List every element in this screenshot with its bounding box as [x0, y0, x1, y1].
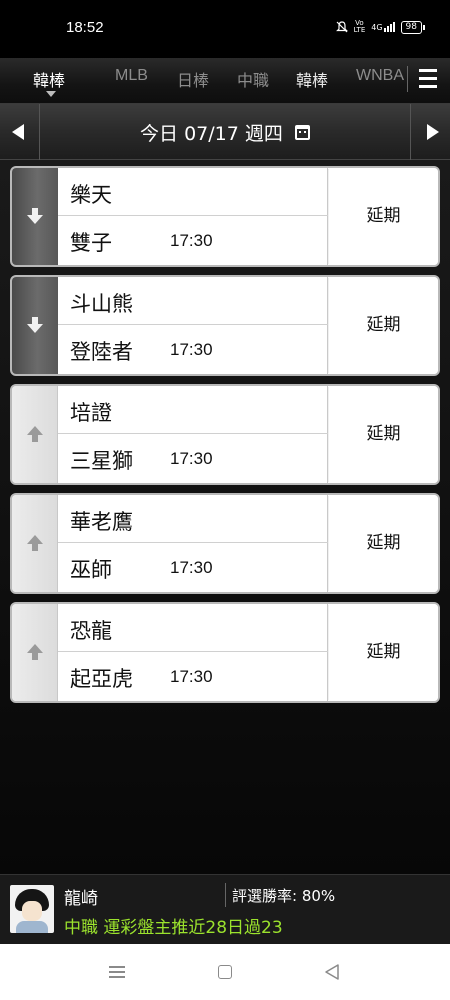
league-tab-bar: 韓棒 MLB 日棒 中職 韓棒 WNBA	[0, 58, 450, 104]
team-row-home: 三星獅 17:30	[58, 434, 328, 482]
date-selector[interactable]: 今日 07/17 週四	[0, 119, 450, 146]
team-name: 培證	[70, 401, 112, 425]
team-row-away: 斗山熊	[58, 277, 328, 325]
game-time: 17:30	[170, 231, 213, 250]
status-time: 18:52	[66, 19, 104, 36]
calendar-icon	[294, 125, 310, 140]
tab-mlb[interactable]: MLB	[115, 67, 148, 85]
game-status: 延期	[329, 386, 438, 483]
team-name: 樂天	[70, 183, 112, 207]
home-icon[interactable]	[218, 965, 232, 979]
team-row-home: 起亞虎 17:30	[58, 652, 328, 700]
game-time: 17:30	[170, 340, 213, 359]
back-icon[interactable]	[324, 963, 340, 981]
tab-cpbl[interactable]: 中職	[237, 67, 269, 91]
promo-banner[interactable]: 龍崎 評選勝率: 80% 中職 運彩盤主推近28日過23	[0, 874, 450, 944]
banner-win-rate: 評選勝率: 80%	[232, 887, 336, 905]
game-status: 延期	[329, 604, 438, 701]
active-tab-caret-icon	[46, 91, 56, 97]
team-name: 登陸者	[70, 340, 133, 364]
game-time: 17:30	[170, 449, 213, 468]
up-arrow-icon	[27, 426, 43, 442]
team-row-away: 樂天	[58, 168, 328, 216]
team-row-home: 巫師 17:30	[58, 543, 328, 591]
game-card[interactable]: 華老鷹 巫師 17:30 延期	[10, 493, 440, 594]
game-status: 延期	[329, 495, 438, 592]
teams-cell: 斗山熊 登陸者 17:30	[58, 277, 328, 374]
game-card[interactable]: 樂天 雙子 17:30 延期	[10, 166, 440, 267]
game-status: 延期	[329, 168, 438, 265]
menu-icon[interactable]	[419, 68, 437, 90]
team-name: 恐龍	[70, 619, 112, 643]
game-time: 17:30	[170, 667, 213, 686]
team-row-away: 培證	[58, 386, 328, 434]
game-time: 17:30	[170, 558, 213, 577]
team-name: 起亞虎	[70, 667, 133, 691]
recent-apps-icon[interactable]	[109, 965, 125, 979]
4g-signal-icon: 4G	[371, 22, 395, 32]
tab-npb[interactable]: 日棒	[177, 67, 209, 91]
tab-wnba[interactable]: WNBA	[356, 67, 404, 85]
banner-promo-text: 中職 運彩盤主推近28日過23	[64, 918, 283, 938]
game-card[interactable]: 斗山熊 登陸者 17:30 延期	[10, 275, 440, 376]
status-icons: Vo LTE 4G 98	[335, 19, 426, 34]
system-nav-bar	[0, 944, 450, 1000]
tab-kbo-2[interactable]: 韓棒	[296, 67, 328, 91]
teams-cell: 培證 三星獅 17:30	[58, 386, 328, 483]
team-row-home: 登陸者 17:30	[58, 325, 328, 373]
mute-icon	[335, 21, 348, 33]
game-card[interactable]: 培證 三星獅 17:30 延期	[10, 384, 440, 485]
up-arrow-icon	[27, 535, 43, 551]
down-arrow-icon	[27, 208, 43, 224]
teams-cell: 恐龍 起亞虎 17:30	[58, 604, 328, 701]
right-triangle-icon	[427, 124, 439, 140]
team-name: 巫師	[70, 558, 112, 582]
game-list: 樂天 雙子 17:30 延期 斗山熊 登陸者 17:30 延期 培證 三星獅 1…	[0, 160, 450, 874]
down-arrow-icon	[27, 317, 43, 333]
banner-divider	[225, 883, 226, 907]
team-name: 三星獅	[70, 449, 133, 473]
tab-divider	[407, 66, 408, 92]
teams-cell: 樂天 雙子 17:30	[58, 168, 328, 265]
teams-cell: 華老鷹 巫師 17:30	[58, 495, 328, 592]
expand-toggle[interactable]	[12, 495, 58, 592]
date-bar: 今日 07/17 週四	[0, 104, 450, 160]
game-card[interactable]: 恐龍 起亞虎 17:30 延期	[10, 602, 440, 703]
game-status: 延期	[329, 277, 438, 374]
team-name: 斗山熊	[70, 292, 133, 316]
up-arrow-icon	[27, 644, 43, 660]
team-name: 雙子	[70, 231, 112, 255]
expand-toggle[interactable]	[12, 604, 58, 701]
banner-username: 龍崎	[64, 889, 98, 909]
battery-icon: 98	[400, 20, 426, 34]
tab-kbo[interactable]: 韓棒	[33, 67, 65, 91]
expand-toggle[interactable]	[12, 168, 58, 265]
expand-toggle[interactable]	[12, 386, 58, 483]
team-name: 華老鷹	[70, 510, 133, 534]
team-row-home: 雙子 17:30	[58, 216, 328, 264]
volte-icon: Vo LTE	[353, 19, 366, 34]
team-row-away: 恐龍	[58, 604, 328, 652]
status-bar: 18:52 Vo LTE 4G 98	[0, 0, 450, 58]
next-day-button[interactable]	[410, 104, 450, 160]
date-label: 今日 07/17 週四	[140, 123, 283, 145]
avatar	[10, 885, 54, 933]
expand-toggle[interactable]	[12, 277, 58, 374]
team-row-away: 華老鷹	[58, 495, 328, 543]
